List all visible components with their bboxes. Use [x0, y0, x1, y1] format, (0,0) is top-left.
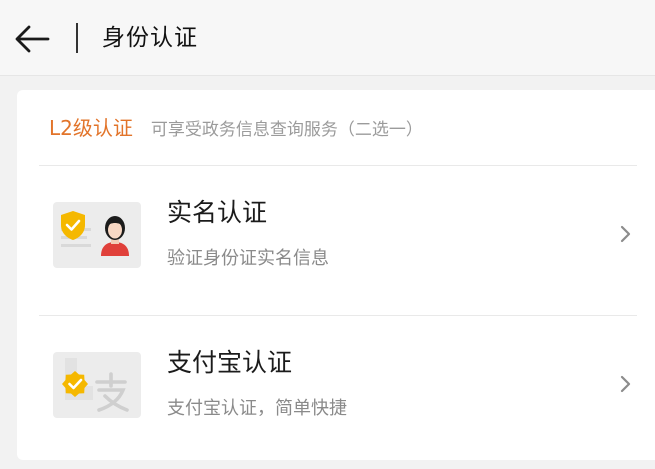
page-title: 身份认证 — [102, 25, 198, 51]
alipay-auth-item[interactable]: 支付宝认证 支付宝认证，简单快捷 — [17, 316, 655, 456]
section-header: L2级认证 可享受政务信息查询服务（二选一） — [49, 114, 423, 144]
item-subtitle: 验证身份证实名信息 — [167, 248, 329, 269]
chevron-right-icon — [620, 225, 631, 243]
real-name-auth-item[interactable]: 实名认证 验证身份证实名信息 — [17, 166, 655, 306]
item-subtitle: 支付宝认证，简单快捷 — [167, 398, 347, 419]
level-label: L2级认证 — [49, 116, 133, 140]
alipay-badge-icon — [53, 352, 141, 418]
chevron-right-icon — [620, 375, 631, 393]
item-title: 实名认证 — [167, 198, 268, 227]
item-title: 支付宝认证 — [167, 348, 293, 377]
top-bar: 身份认证 — [0, 0, 655, 76]
back-arrow-icon — [15, 25, 50, 53]
id-card-shield-icon — [53, 202, 141, 268]
auth-options-card: L2级认证 可享受政务信息查询服务（二选一） 实名认证 验证身份证实名信息 支付… — [17, 90, 655, 460]
level-description: 可享受政务信息查询服务（二选一） — [150, 120, 423, 140]
back-button[interactable] — [12, 20, 52, 58]
header-divider — [76, 23, 78, 53]
